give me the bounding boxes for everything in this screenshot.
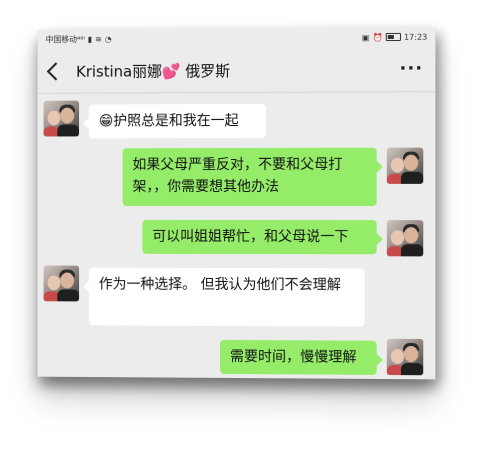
chevron-left-icon[interactable] bbox=[46, 61, 65, 81]
message-bubble-outgoing[interactable]: 需要时间，慢慢理解 bbox=[220, 339, 377, 375]
phone-screen: 中国移动⁴⁶ᴵ ▮ ≋ ◔ ▣ ⏰ 17:23 Kristina丽娜💕 俄罗斯 … bbox=[37, 26, 436, 380]
my-avatar[interactable] bbox=[386, 338, 424, 376]
message-bubble-incoming[interactable]: 😁护照总是和我在一起 bbox=[88, 103, 267, 139]
status-bar: 中国移动⁴⁶ᴵ ▮ ≋ ◔ ▣ ⏰ 17:23 bbox=[38, 27, 436, 50]
notification-icon: ◔ bbox=[104, 34, 112, 44]
battery-icon bbox=[385, 32, 401, 42]
contact-avatar[interactable] bbox=[43, 265, 80, 302]
hd-icon: ▣ bbox=[361, 32, 370, 42]
wifi-icon: ≋ bbox=[95, 34, 102, 44]
my-avatar[interactable] bbox=[386, 220, 424, 257]
chat-header: Kristina丽娜💕 俄罗斯 ··· bbox=[38, 47, 436, 93]
status-right: ▣ ⏰ 17:23 bbox=[362, 32, 427, 41]
contact-name[interactable]: Kristina丽娜💕 俄罗斯 bbox=[76, 59, 399, 82]
message-bubble-incoming[interactable]: 作为一种选择。 但我认为他们不会理解 bbox=[88, 267, 365, 327]
contact-avatar[interactable] bbox=[43, 100, 80, 137]
carrier-label: 中国移动⁴⁶ᴵ bbox=[45, 34, 85, 44]
alarm-icon: ⏰ bbox=[372, 32, 383, 42]
signal-icon: ▮ bbox=[87, 34, 93, 44]
my-avatar[interactable] bbox=[386, 147, 424, 184]
more-dots-icon[interactable]: ··· bbox=[399, 58, 423, 79]
status-left: 中国移动⁴⁶ᴵ ▮ ≋ ◔ bbox=[46, 33, 112, 44]
message-bubble-outgoing[interactable]: 可以叫姐姐帮忙，和父母说一下 bbox=[142, 219, 377, 255]
message-bubble-outgoing[interactable]: 如果父母严重反对，不要和父母打架，，你需要想其他办法 bbox=[122, 147, 377, 207]
status-time: 17:23 bbox=[403, 32, 428, 42]
